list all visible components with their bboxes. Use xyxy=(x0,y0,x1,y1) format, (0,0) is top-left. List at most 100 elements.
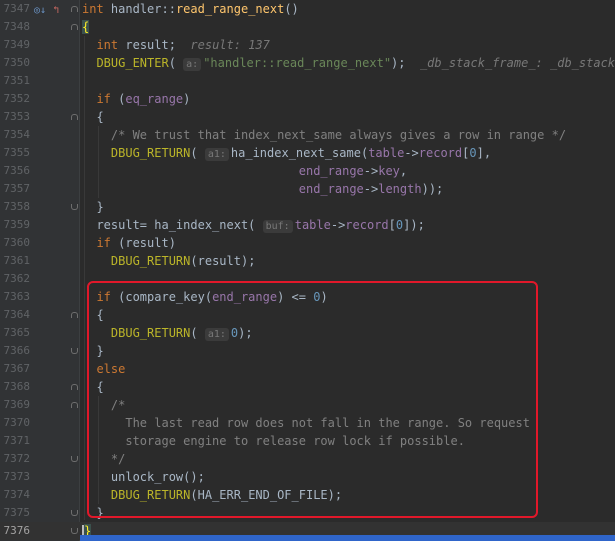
fold-marker-icon[interactable] xyxy=(71,114,78,120)
code-token: ( xyxy=(190,146,205,160)
line-number[interactable]: 7369 xyxy=(0,396,31,414)
code-token: table xyxy=(368,146,405,160)
code-token: (result); xyxy=(190,254,256,268)
code-text[interactable]: } xyxy=(82,198,104,216)
line-number[interactable]: 7354 xyxy=(0,126,31,144)
code-text[interactable]: { xyxy=(82,18,90,36)
line-number[interactable]: 7368 xyxy=(0,378,31,396)
code-line[interactable]: 7357 end_range->length)); xyxy=(0,180,615,198)
code-token: -> xyxy=(404,146,419,160)
code-editor[interactable]: ◎↓ ↰ 7347 int handler::read_range_next() 7… xyxy=(0,0,615,541)
code-token: int xyxy=(96,38,119,52)
code-token: end_range xyxy=(298,164,364,178)
line-number[interactable]: 7362 xyxy=(0,270,31,288)
line-number[interactable]: 7372 xyxy=(0,450,31,468)
fold-marker-icon[interactable] xyxy=(71,528,78,534)
fold-marker-icon[interactable] xyxy=(71,204,78,210)
code-text[interactable]: DBUG_RETURN(result); xyxy=(82,252,256,270)
code-line[interactable]: 7360 if (result) xyxy=(0,234,615,252)
code-line[interactable]: 7351 xyxy=(0,72,615,90)
code-token: -> xyxy=(330,218,346,232)
code-text[interactable]: result= ha_index_next( buf: table->record… xyxy=(82,216,425,234)
code-token: ], xyxy=(476,146,492,160)
code-text[interactable]: if (eq_range) xyxy=(82,90,190,108)
line-number[interactable]: 7357 xyxy=(0,180,31,198)
code-text[interactable]: DBUG_RETURN( a1: ha_index_next_same(table… xyxy=(82,144,491,162)
fold-marker-icon[interactable] xyxy=(71,312,78,318)
code-line[interactable]: 7352 if (eq_range) xyxy=(0,90,615,108)
parameter-hint: buf: xyxy=(262,220,293,233)
code-token: ]); xyxy=(403,218,425,232)
fold-marker-icon[interactable] xyxy=(71,384,78,390)
code-token: [ xyxy=(388,218,396,232)
code-line[interactable]: 7355 DBUG_RETURN( a1: ha_index_next_same(… xyxy=(0,144,615,162)
line-number[interactable]: 7370 xyxy=(0,414,31,432)
code-token: table xyxy=(294,218,331,232)
code-line[interactable]: 7361 DBUG_RETURN(result); xyxy=(0,252,615,270)
line-number[interactable]: 7349 xyxy=(0,36,31,54)
fold-marker-icon[interactable] xyxy=(71,348,78,354)
code-text[interactable]: int result; result: 137 xyxy=(82,36,270,54)
fold-marker-icon[interactable] xyxy=(71,510,78,516)
code-text[interactable]: DBUG_ENTER( a: "handler::read_range_next"… xyxy=(82,54,615,72)
code-text[interactable]: /* We trust that index_next_same always … xyxy=(82,126,566,144)
line-number[interactable]: 7347 xyxy=(0,0,31,18)
line-number[interactable]: 7359 xyxy=(0,216,31,234)
fold-marker-icon[interactable] xyxy=(71,6,78,12)
code-line[interactable]: 7350 DBUG_ENTER( a: "handler::read_range_… xyxy=(0,54,615,72)
code-token: result; xyxy=(118,38,191,52)
code-line[interactable]: 7347 int handler::read_range_next() xyxy=(0,0,615,18)
code-text[interactable]: end_range->length)); xyxy=(82,180,444,198)
line-number[interactable]: 7374 xyxy=(0,486,31,504)
line-number[interactable]: 7358 xyxy=(0,198,31,216)
code-token: handler:: xyxy=(110,2,176,16)
code-token: } xyxy=(82,200,104,214)
line-number[interactable]: 7366 xyxy=(0,342,31,360)
line-number[interactable]: 7355 xyxy=(0,144,31,162)
line-number[interactable]: 7371 xyxy=(0,432,31,450)
code-line[interactable]: 7354 /* We trust that index_next_same al… xyxy=(0,126,615,144)
code-token: end_range xyxy=(298,182,364,196)
parameter-hint: a: xyxy=(183,58,202,71)
line-number[interactable]: 7351 xyxy=(0,72,31,90)
code-token: -> xyxy=(363,182,379,196)
inlay-hint: result: 137 xyxy=(190,38,270,52)
code-text[interactable]: { xyxy=(82,108,103,126)
line-number[interactable]: 7356 xyxy=(0,162,31,180)
fold-marker-icon[interactable] xyxy=(71,456,78,462)
line-number[interactable]: 7375 xyxy=(0,504,31,522)
code-line[interactable]: 7353 { xyxy=(0,108,615,126)
fold-marker-icon[interactable] xyxy=(71,24,78,30)
line-number[interactable]: 7363 xyxy=(0,288,31,306)
code-text[interactable]: end_range->key, xyxy=(82,162,407,180)
line-number[interactable]: 7352 xyxy=(0,90,31,108)
code-line[interactable]: 7356 end_range->key, xyxy=(0,162,615,180)
line-number[interactable]: 7348 xyxy=(0,18,31,36)
code-line[interactable]: 7358 } xyxy=(0,198,615,216)
line-number[interactable]: 7360 xyxy=(0,234,31,252)
line-number[interactable]: 7376 xyxy=(0,522,31,540)
code-token: key xyxy=(378,164,400,178)
line-number[interactable]: 7365 xyxy=(0,324,31,342)
line-number[interactable]: 7367 xyxy=(0,360,31,378)
scrollbar-track[interactable] xyxy=(80,535,615,541)
line-number[interactable]: 7353 xyxy=(0,108,31,126)
code-line[interactable]: 7349 int result; result: 137 xyxy=(0,36,615,54)
code-text[interactable]: int handler::read_range_next() xyxy=(82,0,299,18)
code-line[interactable]: 7359 result= ha_index_next( buf: table->r… xyxy=(0,216,615,234)
code-comment: /* We trust that index_next_same always … xyxy=(110,128,567,142)
line-number[interactable]: 7364 xyxy=(0,306,31,324)
line-number[interactable]: 7350 xyxy=(0,54,31,72)
code-token: DBUG_RETURN xyxy=(110,146,191,160)
fold-marker-icon[interactable] xyxy=(71,402,78,408)
line-number[interactable]: 7373 xyxy=(0,468,31,486)
line-number[interactable]: 7361 xyxy=(0,252,31,270)
code-line[interactable]: 7348 { xyxy=(0,18,615,36)
code-token: record xyxy=(345,218,389,232)
code-text[interactable]: if (result) xyxy=(82,234,175,252)
code-token: if xyxy=(96,236,111,250)
